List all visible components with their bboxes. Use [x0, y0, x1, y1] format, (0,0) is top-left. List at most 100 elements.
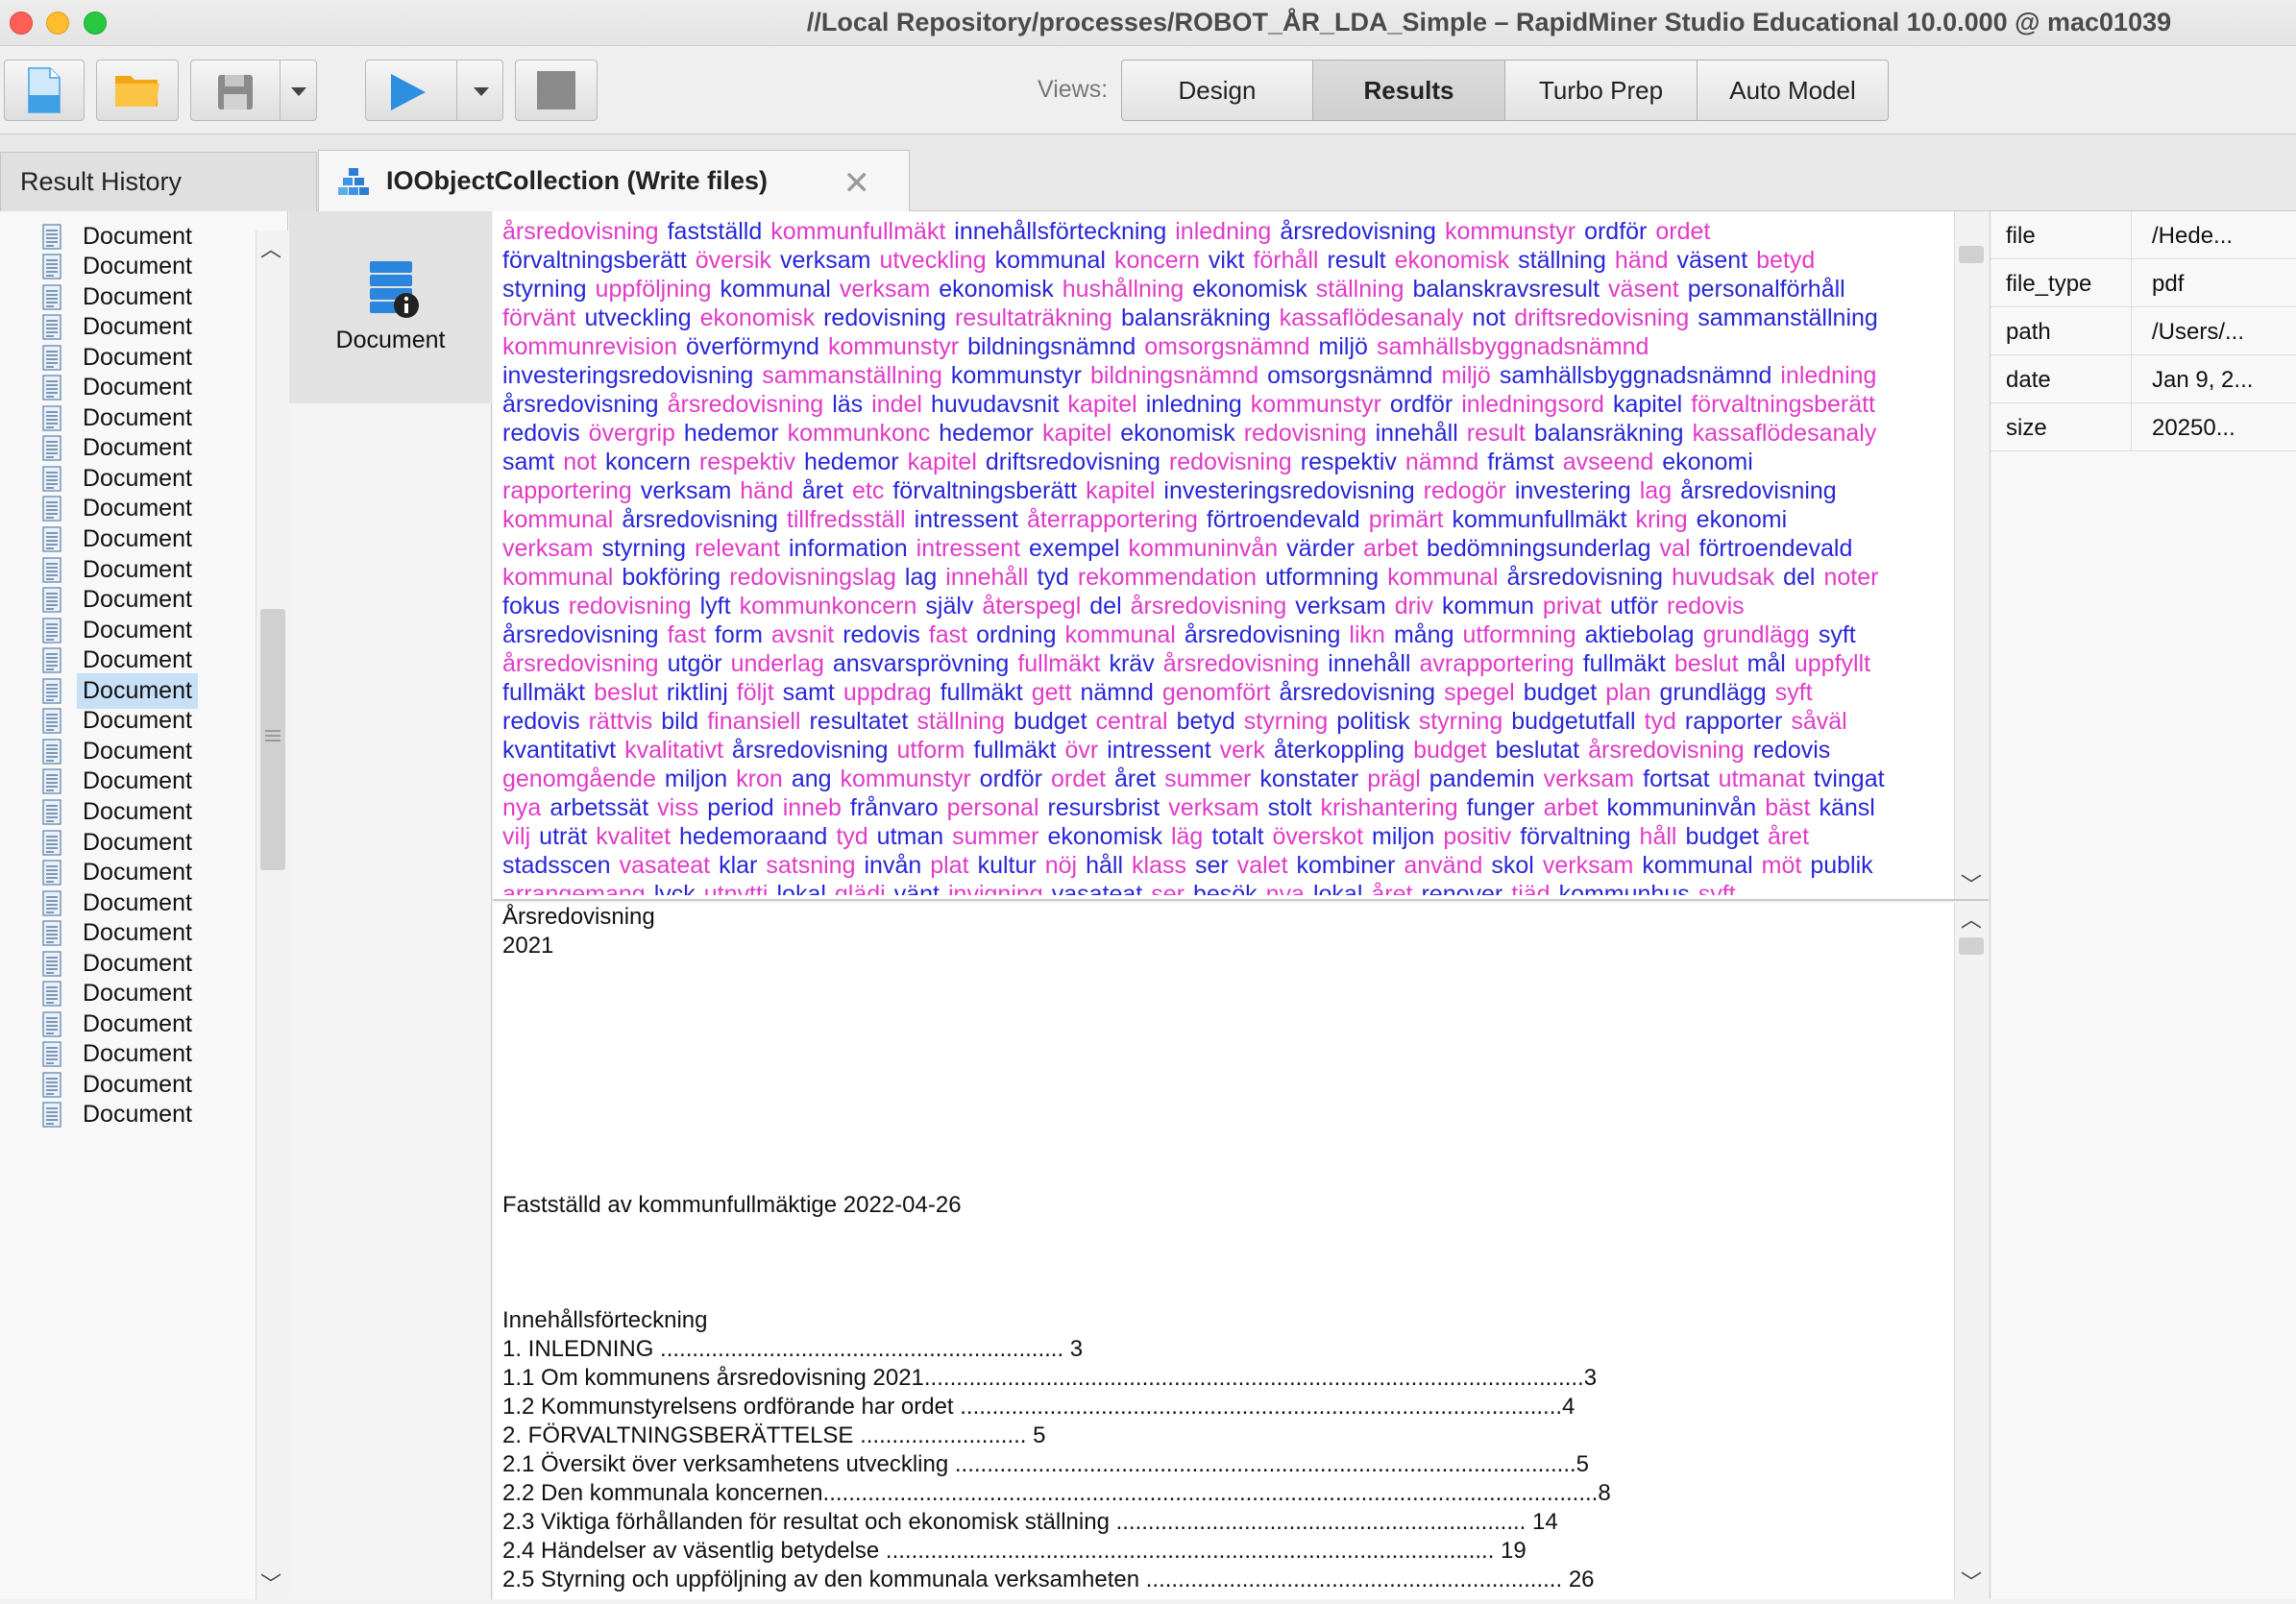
token-word: intressent: [1107, 737, 1211, 764]
stop-process-button[interactable]: [515, 60, 598, 121]
token-word: tyd: [1037, 564, 1069, 591]
scroll-up-icon[interactable]: ︿: [260, 232, 281, 263]
metadata-key: file: [2006, 223, 2036, 249]
word-panel-scrollbar[interactable]: ﹀: [1954, 211, 1989, 899]
document-list-item[interactable]: Document: [42, 1094, 198, 1136]
results-tab-bar: Result History IOObjectCollection (Write…: [0, 134, 2296, 211]
token-word: intressent: [916, 535, 1021, 562]
tab-ioobjectcollection[interactable]: IOObjectCollection (Write files) ✕: [318, 150, 910, 211]
token-word: nya: [1265, 881, 1305, 895]
token-word: verksam: [1295, 593, 1386, 620]
token-word: koncern: [604, 449, 691, 475]
main-toolbar: Views: Design Results Turbo Prep Auto Mo…: [0, 46, 2296, 134]
token-word: kommunal: [1387, 564, 1499, 591]
token-word: årsredovisning: [1279, 679, 1436, 706]
scrollbar-thumb[interactable]: [1959, 937, 1984, 955]
token-word: lyck: [653, 881, 696, 895]
token-word: vilj: [502, 823, 531, 850]
scrollbar-thumb[interactable]: [260, 609, 285, 870]
token-word: kvalitativt: [624, 737, 723, 764]
token-word: ekonomisk: [939, 276, 1054, 303]
token-word: miljö: [1441, 362, 1491, 389]
token-word: ekonomisk: [1047, 823, 1162, 850]
view-design-button[interactable]: Design: [1121, 60, 1313, 121]
document-text-line: 1.2 Kommunstyrelsens ordförande har orde…: [502, 1394, 1575, 1420]
token-word: glädi: [834, 881, 886, 895]
document-text-line: [502, 1076, 1953, 1105]
rapidminer-window: //Local Repository/processes/ROBOT_ÅR_LD…: [0, 0, 2296, 1604]
save-options-chevron-icon[interactable]: [291, 87, 306, 96]
token-word: hedemor: [803, 449, 899, 475]
minimize-window-button[interactable]: [46, 12, 69, 35]
token-word: främst: [1487, 449, 1554, 475]
document-text-line: [502, 1105, 1953, 1133]
metadata-row[interactable]: file/Hede...: [1991, 211, 2296, 259]
token-row: fullmäkt beslut riktlinj följt samt uppdrag fu…: [502, 678, 1953, 707]
metadata-key: date: [2006, 367, 2051, 393]
view-turbo-prep-button[interactable]: Turbo Prep: [1504, 60, 1698, 121]
token-word: personal: [946, 794, 1039, 821]
token-word: redovisning: [1168, 449, 1292, 475]
token-word: händ: [740, 477, 794, 504]
folder-icon: [115, 76, 159, 107]
run-process-button[interactable]: [365, 60, 503, 121]
token-word: redovisning: [823, 304, 946, 331]
token-word: ser: [1194, 852, 1229, 879]
document-text-line: Fastställd av kommunfullmäktige 2022-04-…: [502, 1192, 962, 1218]
scrollbar-thumb[interactable]: [1959, 246, 1984, 263]
metadata-row[interactable]: date Jan 9, 2...: [1991, 355, 2296, 403]
token-row: nya arbetssät viss period inneb frånvaro perso…: [502, 793, 1953, 822]
new-process-button[interactable]: [4, 60, 85, 121]
scroll-up-icon[interactable]: ︿: [1961, 903, 1982, 934]
view-auto-model-button[interactable]: Auto Model: [1697, 60, 1889, 121]
document-object-card[interactable]: Document: [289, 211, 492, 403]
scroll-down-icon[interactable]: ﹀: [260, 1568, 281, 1598]
token-word: använd: [1404, 852, 1483, 879]
document-text-line: 2.1 Översikt över verksamhetens utveckli…: [502, 1451, 1589, 1477]
token-word: syft: [1818, 621, 1856, 648]
view-results-button[interactable]: Results: [1312, 60, 1505, 121]
run-options-chevron-icon[interactable]: [474, 87, 489, 96]
token-word: kommunrevision: [502, 333, 678, 360]
document-text-line: [502, 1018, 1953, 1047]
token-word: driftsredovisning: [985, 449, 1160, 475]
metadata-row[interactable]: size 20250...: [1991, 403, 2296, 451]
token-word: exempel: [1029, 535, 1120, 562]
token-word: krishantering: [1320, 794, 1458, 821]
scroll-down-icon[interactable]: ﹀: [1961, 1566, 1982, 1596]
token-row: förvaltningsberätt översik verksam utveckli…: [502, 246, 1953, 275]
token-word: plan: [1605, 679, 1651, 706]
close-window-button[interactable]: [10, 12, 33, 35]
token-word: resultaträkning: [954, 304, 1112, 331]
close-tab-icon[interactable]: ✕: [843, 164, 871, 203]
token-word: spegel: [1444, 679, 1515, 706]
zoom-window-button[interactable]: [84, 12, 107, 35]
token-word: primärt: [1368, 506, 1444, 533]
metadata-row[interactable]: path/Users/...: [1991, 307, 2296, 355]
document-text-line: 2. FÖRVALTNINGSBERÄTTELSE ..............…: [502, 1422, 1046, 1448]
token-word: årsredovisning: [502, 391, 659, 418]
play-icon: [391, 74, 426, 110]
token-word: grundlägg: [1659, 679, 1767, 706]
token-word: betyd: [1756, 247, 1816, 274]
text-panel-scrollbar[interactable]: ︿ ﹀: [1954, 903, 1989, 1599]
token-word: verksam: [779, 247, 871, 274]
scroll-down-icon[interactable]: ﹀: [1961, 868, 1982, 899]
open-process-button[interactable]: [96, 60, 179, 121]
token-word: årsredovisning: [502, 621, 659, 648]
token-word: likn: [1349, 621, 1385, 648]
token-word: kombiner: [1296, 852, 1396, 879]
token-word: årsredovisning: [502, 650, 659, 677]
document-text-line: 2.3 Viktiga förhållanden för resultat oc…: [502, 1509, 1558, 1535]
document-list: Document Document Document Document Document…: [0, 211, 288, 1599]
tab-result-history[interactable]: Result History: [0, 152, 317, 211]
token-word: arrangemang: [502, 881, 646, 895]
token-word: intressent: [914, 506, 1018, 533]
token-word: plat: [930, 852, 969, 879]
document-list-scrollbar[interactable]: ︿ ﹀: [256, 231, 288, 1599]
token-word: verksam: [1542, 852, 1634, 879]
metadata-row[interactable]: file_type pdf: [1991, 259, 2296, 307]
save-process-button[interactable]: [190, 60, 317, 121]
token-row: genomgående miljon kron ang kommunstyr ordför…: [502, 765, 1953, 793]
token-word: styrning: [601, 535, 687, 562]
